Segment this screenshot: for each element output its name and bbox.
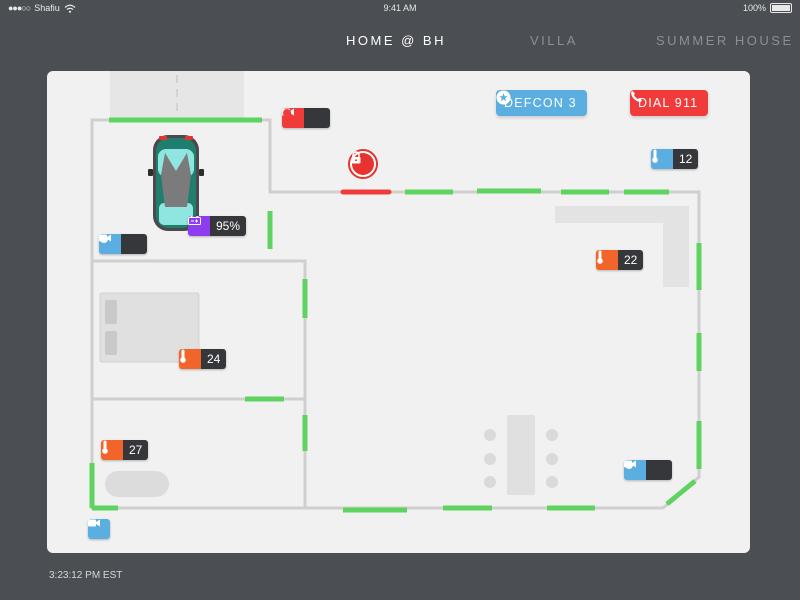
dial-label: DIAL 911 <box>638 96 699 110</box>
star-icon <box>496 90 511 105</box>
camera-status-light <box>625 460 672 480</box>
clock: 9:41 AM <box>383 3 417 13</box>
bath-temp-chip[interactable]: 27 <box>101 440 149 460</box>
camera-status-light <box>100 234 147 254</box>
outdoor-temp-chip[interactable]: 12 <box>651 149 699 169</box>
outdoor-temp-value: 12 <box>673 149 699 169</box>
defcon-label: DEFCON 3 <box>504 96 577 110</box>
thermometer-icon <box>651 149 673 169</box>
kitchen-counter <box>555 206 689 287</box>
car-battery-value: 95% <box>210 216 247 236</box>
location-tabs: HOME @ BH VILLA SUMMER HOUSE <box>0 33 800 53</box>
lock-icon <box>351 151 374 175</box>
tab-summer-house[interactable]: SUMMER HOUSE <box>656 33 794 48</box>
car-battery-chip[interactable]: 95% <box>188 216 247 236</box>
bath-temp-value: 27 <box>123 440 149 460</box>
defcon-button[interactable]: DEFCON 3 <box>496 90 587 116</box>
entrance-camera-chip[interactable] <box>88 519 110 539</box>
bathtub <box>105 471 169 497</box>
dining-table <box>484 415 558 495</box>
bedroom-temp-value: 24 <box>201 349 227 369</box>
garage-camera-chip[interactable] <box>99 234 147 254</box>
recording-light <box>283 108 330 128</box>
thermometer-icon <box>101 440 123 460</box>
battery-icon <box>188 216 210 236</box>
thermometer-icon <box>596 250 618 270</box>
camera-icon <box>88 519 110 539</box>
living-camera-chip[interactable] <box>624 460 672 480</box>
kitchen-temp-value: 22 <box>618 250 644 270</box>
tab-villa[interactable]: VILLA <box>530 33 578 48</box>
phone-icon <box>631 91 642 102</box>
outside-camera-chip[interactable] <box>282 108 330 128</box>
kitchen-temp-chip[interactable]: 22 <box>596 250 644 270</box>
front-door-lock[interactable] <box>348 149 378 179</box>
last-updated-timestamp: 3:23:12 PM EST <box>49 570 123 581</box>
thermometer-icon <box>179 349 201 369</box>
bedroom-temp-chip[interactable]: 24 <box>179 349 227 369</box>
battery-percent: 100% <box>742 3 766 13</box>
tab-home-bh[interactable]: HOME @ BH <box>346 33 446 48</box>
floor-plan-card: 95% 12 22 24 27 DEFCON 3 DIAL 911 <box>47 71 750 553</box>
battery-icon <box>770 3 792 13</box>
dial-911-button[interactable]: DIAL 911 <box>630 90 709 116</box>
status-bar: ●●●○○ Shafiu 9:41 AM 100% <box>0 0 800 18</box>
floor-plan <box>89 71 702 513</box>
